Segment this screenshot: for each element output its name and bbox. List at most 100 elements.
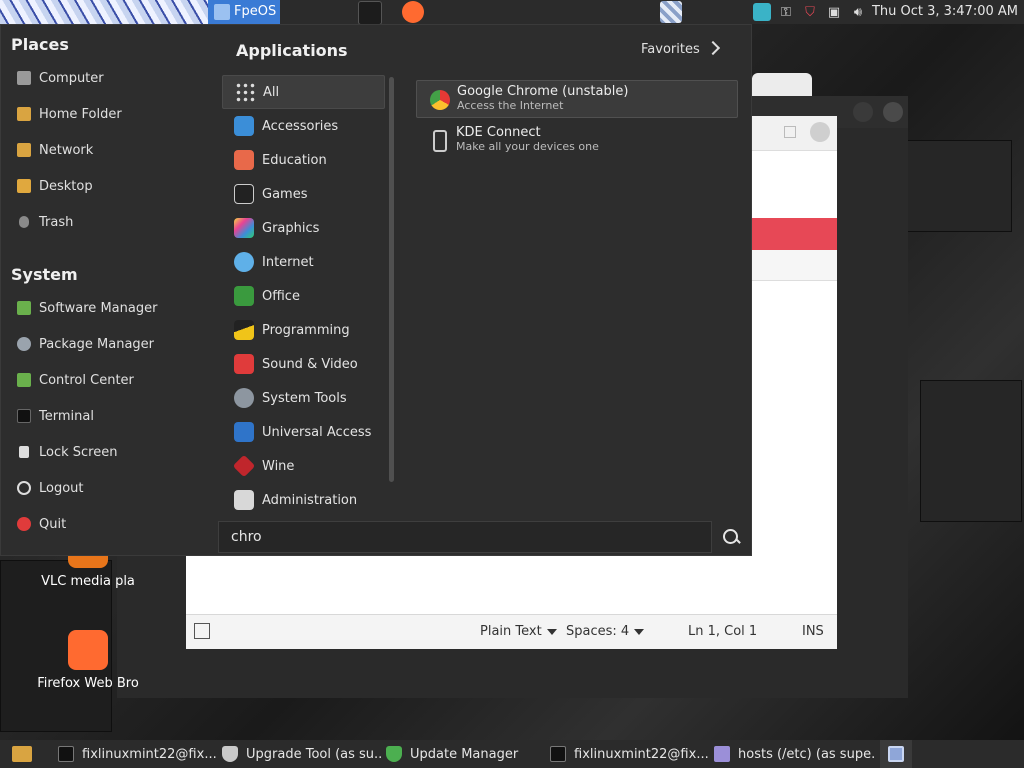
software-manager-icon	[17, 301, 31, 315]
maximize-icon[interactable]	[784, 126, 796, 138]
category-wine[interactable]: Wine	[222, 449, 385, 483]
category-games[interactable]: Games	[222, 177, 385, 211]
category-label: Internet	[262, 254, 314, 270]
system-terminal[interactable]: Terminal	[17, 405, 94, 427]
top-panel: FpeOS ⚿ ⛉ ▣ 🔊︎ Thu Oct 3, 3:47:00 AM	[0, 0, 1024, 25]
clock[interactable]: Thu Oct 3, 3:47:00 AM	[872, 0, 1018, 24]
taskbar-item-terminal-1[interactable]: fixlinuxmint22@fix...	[58, 740, 218, 768]
phone-icon	[433, 130, 447, 152]
place-label: Home Folder	[39, 106, 122, 122]
show-desktop-button[interactable]	[880, 740, 912, 768]
category-scrollbar[interactable]	[389, 77, 394, 482]
desktop-folder-icon	[17, 179, 31, 193]
category-education[interactable]: Education	[222, 143, 385, 177]
files-launcher[interactable]	[12, 740, 36, 768]
power-icon	[17, 517, 31, 531]
category-label: Wine	[262, 458, 295, 474]
system-label: Logout	[39, 480, 84, 496]
favorites-button[interactable]: Favorites	[641, 40, 720, 57]
search-value: chro	[231, 529, 262, 545]
applications-title: Applications	[236, 41, 348, 60]
close-icon[interactable]	[883, 102, 903, 122]
result-kde-connect[interactable]: KDE Connect Make all your devices one	[416, 122, 738, 160]
category-accessories[interactable]: Accessories	[222, 109, 385, 143]
place-network[interactable]: Network	[17, 139, 93, 161]
taskbar-item-hosts-editor[interactable]: hosts (/etc) (as supe...	[714, 740, 874, 768]
terminal-launcher-icon[interactable]	[358, 1, 382, 25]
keepassxc-icon[interactable]	[753, 3, 771, 21]
search-input[interactable]: chro	[218, 521, 712, 553]
programming-icon	[234, 320, 254, 340]
desktop-icon-firefox[interactable]: Firefox Web Bro	[28, 630, 148, 691]
system-logout[interactable]: Logout	[17, 477, 84, 499]
shield-icon	[222, 746, 238, 762]
taskbar-item-upgrade-tool[interactable]: Upgrade Tool (as su...	[222, 740, 382, 768]
taskbar-item-terminal-2[interactable]: fixlinuxmint22@fix...	[550, 740, 710, 768]
place-computer[interactable]: Computer	[17, 67, 104, 89]
window-icon[interactable]: ▣	[825, 3, 843, 21]
workspace-button[interactable]: FpeOS	[208, 0, 281, 24]
system-software-manager[interactable]: Software Manager	[17, 297, 157, 319]
sidebar-toggle-icon[interactable]	[194, 623, 210, 639]
category-programming[interactable]: Programming	[222, 313, 385, 347]
result-google-chrome[interactable]: Google Chrome (unstable) Access the Inte…	[416, 80, 738, 118]
volume-icon[interactable]: 🔊︎	[849, 3, 867, 21]
panel-artwork	[0, 0, 208, 24]
category-label: Sound & Video	[262, 356, 358, 372]
sound-video-icon	[234, 354, 254, 374]
home-folder-icon	[17, 107, 31, 121]
update-shield-icon	[386, 746, 402, 762]
category-office[interactable]: Office	[222, 279, 385, 313]
category-graphics[interactable]: Graphics	[222, 211, 385, 245]
category-label: Graphics	[262, 220, 320, 236]
chevron-down-icon	[634, 628, 645, 635]
category-universal-access[interactable]: Universal Access	[222, 415, 385, 449]
category-label: Education	[262, 152, 327, 168]
app-launcher-icon[interactable]	[660, 1, 682, 23]
place-trash[interactable]: Trash	[17, 211, 73, 233]
system-package-manager[interactable]: Package Manager	[17, 333, 154, 355]
place-home[interactable]: Home Folder	[17, 103, 122, 125]
computer-icon	[17, 71, 31, 85]
category-internet[interactable]: Internet	[222, 245, 385, 279]
firefox-icon	[68, 630, 108, 670]
system-lock-screen[interactable]: Lock Screen	[17, 441, 117, 463]
category-system-tools[interactable]: System Tools	[222, 381, 385, 415]
category-all[interactable]: All	[222, 75, 385, 109]
system-control-center[interactable]: Control Center	[17, 369, 134, 391]
chrome-icon	[430, 90, 450, 110]
firefox-launcher-icon[interactable]	[402, 1, 424, 23]
search-button[interactable]	[712, 521, 750, 553]
category-sound-video[interactable]: Sound & Video	[222, 347, 385, 381]
system-quit[interactable]: Quit	[17, 513, 66, 535]
places-title: Places	[11, 35, 69, 54]
text-editor-icon	[714, 746, 730, 762]
syntax-selector[interactable]: Plain Text	[480, 624, 557, 639]
place-desktop[interactable]: Desktop	[17, 175, 93, 197]
result-name: KDE Connect	[456, 125, 541, 140]
category-label: Games	[262, 186, 308, 202]
key-icon[interactable]: ⚿	[777, 3, 795, 21]
category-label: All	[263, 84, 280, 100]
administration-icon	[234, 490, 254, 510]
favorites-label: Favorites	[641, 42, 700, 57]
category-label: Office	[262, 288, 300, 304]
wine-icon	[232, 454, 256, 478]
system-tools-icon	[234, 388, 254, 408]
minimize-icon[interactable]	[853, 102, 873, 122]
system-label: Quit	[39, 516, 67, 532]
system-label: Terminal	[39, 408, 94, 424]
shield-icon[interactable]: ⛉	[801, 3, 819, 21]
workspace-icon	[888, 746, 904, 762]
category-administration[interactable]: Administration	[222, 483, 385, 515]
education-icon	[234, 150, 254, 170]
internet-icon	[234, 252, 254, 272]
universal-access-icon	[234, 422, 254, 442]
spaces-label: Spaces: 4	[566, 624, 630, 639]
spaces-selector[interactable]: Spaces: 4	[566, 624, 645, 639]
cursor-position: Ln 1, Col 1	[688, 624, 758, 639]
chevron-right-icon	[705, 40, 720, 56]
network-folder-icon	[17, 143, 31, 157]
close-icon[interactable]	[810, 122, 830, 142]
taskbar-item-update-manager[interactable]: Update Manager	[386, 740, 526, 768]
